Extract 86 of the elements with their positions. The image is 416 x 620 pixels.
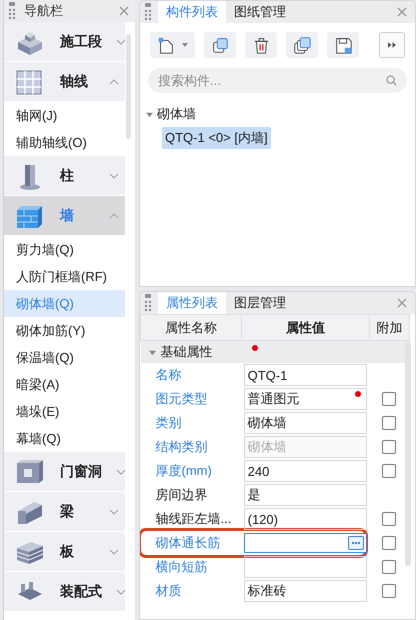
ellipsis-button[interactable] [348, 536, 364, 550]
opening-icon [14, 458, 46, 486]
copy-button[interactable] [204, 32, 236, 58]
column-header[interactable]: 属性值 [242, 314, 370, 340]
value-field[interactable]: (120) [244, 508, 368, 530]
checkbox[interactable] [382, 392, 396, 406]
search-icon[interactable] [386, 75, 397, 86]
layer-copy-button[interactable] [286, 32, 318, 58]
panel-tab[interactable]: 图纸管理 [226, 1, 294, 23]
new-button[interactable] [150, 32, 195, 58]
chevron-icon[interactable] [109, 548, 119, 554]
nav-group[interactable]: 梁 [4, 492, 125, 532]
grip-icon[interactable] [144, 294, 152, 312]
value-field[interactable]: 标准砖 [244, 580, 368, 602]
panel-tab[interactable]: 构件列表 [158, 1, 226, 23]
checkbox[interactable] [382, 536, 396, 550]
property-name: 轴线距左墙... [154, 510, 232, 528]
save-button[interactable] [327, 32, 359, 58]
scrollbar[interactable] [405, 342, 411, 566]
nav-item[interactable]: 暗梁(A) [4, 371, 125, 398]
save-icon [333, 35, 353, 55]
search-field[interactable]: 搜索构件... [148, 68, 407, 93]
column-header[interactable]: 附加 [369, 314, 410, 340]
chevron-icon[interactable] [116, 468, 126, 474]
chevron-icon[interactable] [109, 508, 119, 514]
nav-item[interactable]: 辅助轴线(O) [4, 129, 125, 156]
nav-item[interactable]: 轴网(J) [4, 102, 125, 129]
tree-node[interactable]: 砌体墙 [157, 105, 196, 123]
chevron-icon[interactable] [116, 588, 126, 594]
close-icon[interactable] [397, 298, 407, 308]
chevron-icon[interactable] [109, 212, 119, 218]
value-field[interactable]: QTQ-1 [244, 364, 368, 386]
property-name: 厚度(mm) [154, 462, 213, 480]
caret-icon[interactable] [182, 43, 188, 47]
column-header[interactable]: 属性名称 [140, 314, 242, 340]
property-name: 结构类别 [154, 438, 208, 456]
checkbox[interactable] [382, 560, 396, 574]
nav-group[interactable]: 板 [4, 532, 125, 572]
nav-item[interactable]: 剪力墙(Q) [4, 236, 125, 263]
grip-icon[interactable] [144, 3, 152, 21]
nav-item[interactable]: 保温墙(Q) [4, 344, 125, 371]
delete-button[interactable] [245, 32, 277, 58]
value-field[interactable]: 是 [244, 484, 368, 506]
property-name: 类别 [154, 414, 182, 432]
checkbox[interactable] [382, 584, 396, 598]
close-icon[interactable] [397, 7, 407, 17]
property-name: 名称 [154, 366, 182, 384]
scrollbar[interactable] [126, 34, 131, 139]
chevron-icon[interactable] [109, 78, 119, 84]
nav-group[interactable]: 装配式 [4, 572, 125, 612]
panel-title: 导航栏 [24, 2, 63, 20]
checkbox[interactable] [382, 512, 396, 526]
value-field[interactable]: 砌体墙 [244, 412, 368, 434]
value-field[interactable]: 普通图元 [244, 388, 368, 410]
nav-group[interactable]: 施工段 [4, 22, 125, 62]
nav-group[interactable]: 门窗洞 [4, 452, 125, 492]
more-button[interactable] [379, 32, 405, 58]
expand-triangle-icon[interactable] [146, 110, 153, 118]
property-name: 房间边界 [154, 486, 208, 504]
nav-group[interactable]: 柱 [4, 156, 125, 196]
nav-item[interactable]: 砌体加筋(Y) [4, 317, 125, 344]
nav-item[interactable]: 人防门框墙(RF) [4, 263, 125, 290]
chevron-icon[interactable] [109, 172, 119, 178]
chevron-icon[interactable] [116, 38, 126, 44]
property-name: 图元类型 [154, 390, 208, 408]
property-name: 材质 [154, 582, 182, 600]
checkbox[interactable] [382, 464, 396, 478]
double-arrow-icon [388, 42, 396, 48]
section-header[interactable]: 基础属性 [160, 343, 212, 361]
nav-item[interactable]: 墙垛(E) [4, 398, 125, 425]
copy-icon [210, 35, 230, 55]
value-field[interactable] [244, 533, 368, 553]
grip-icon[interactable] [8, 2, 16, 20]
expand-triangle-icon[interactable] [148, 348, 156, 356]
tree-item[interactable]: QTQ-1 <0> [内墙] [162, 127, 271, 149]
new-file-icon [156, 35, 176, 55]
close-icon[interactable] [119, 6, 129, 16]
panel-tab[interactable]: 属性列表 [158, 292, 226, 314]
checkbox[interactable] [382, 416, 396, 430]
panel-tab[interactable]: 图层管理 [226, 292, 294, 314]
layer-copy-icon [292, 35, 312, 55]
nav-item[interactable]: 幕墙(Q) [4, 425, 125, 452]
value-field[interactable]: 240 [244, 460, 368, 482]
property-name: 横向短筋 [154, 558, 208, 576]
nav-group[interactable]: 轴线 [4, 62, 125, 102]
property-name: 砌体通长筋 [154, 534, 222, 552]
